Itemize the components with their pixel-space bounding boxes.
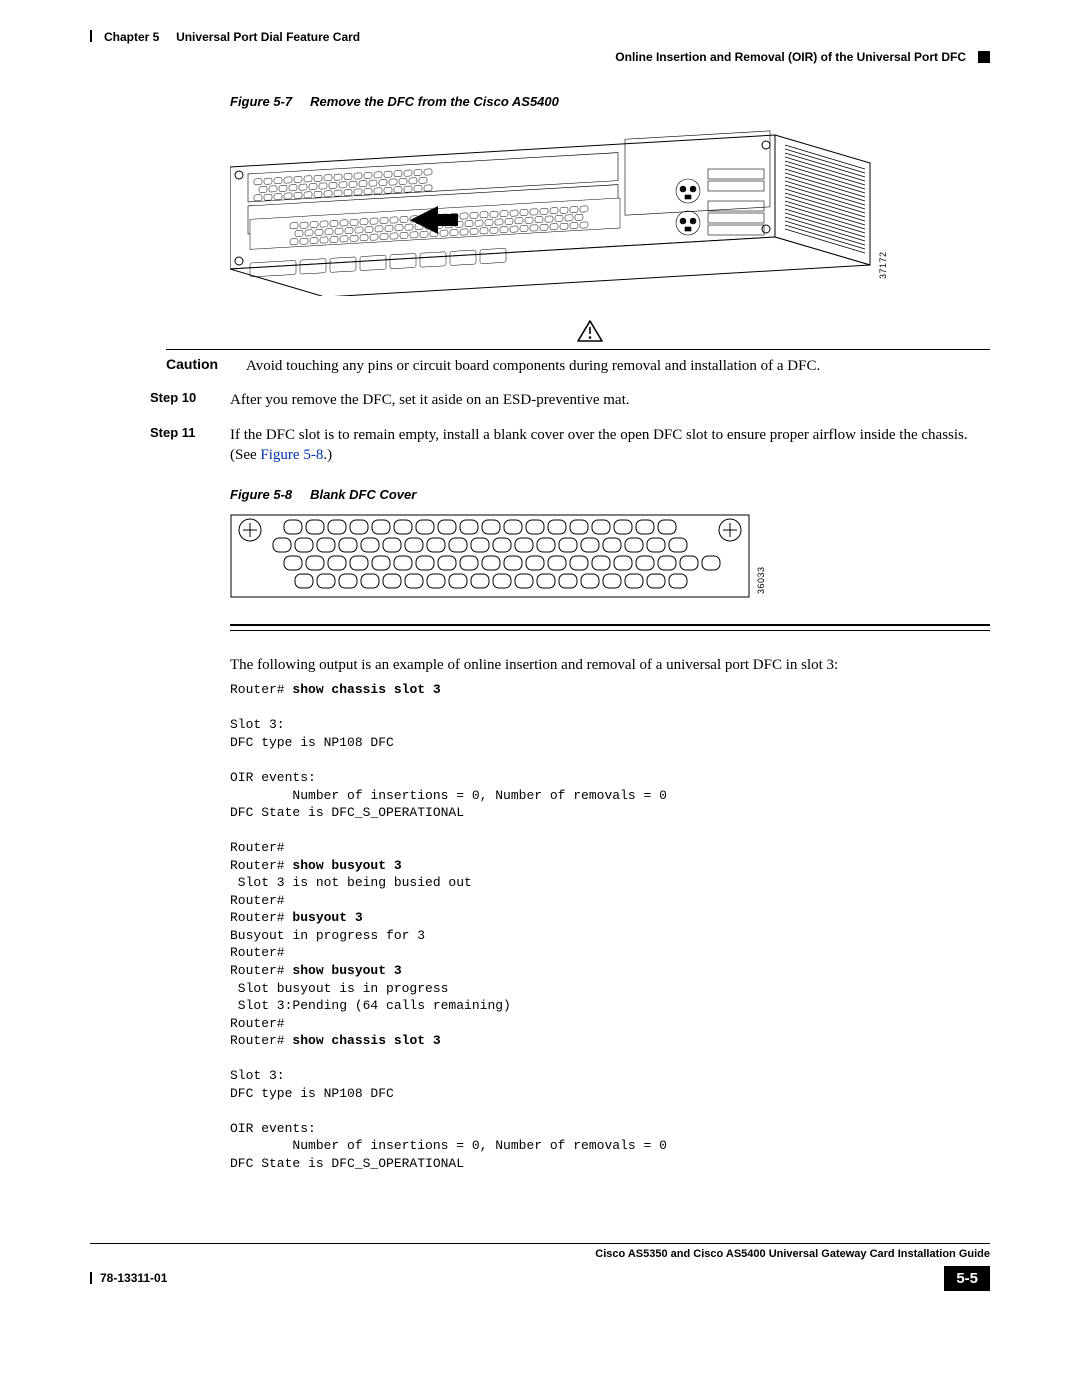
cli-c5: show chassis slot 3: [292, 1033, 440, 1048]
step-10-row: Step 10 After you remove the DFC, set it…: [150, 390, 990, 410]
cli-c1: show chassis slot 3: [292, 682, 440, 697]
footer-tick-left: [90, 1272, 92, 1284]
page-number: 5-5: [944, 1266, 990, 1291]
step-10-label: Step 10: [150, 390, 220, 410]
step-11-text-b: .): [323, 447, 332, 463]
cli-b1: Slot 3: DFC type is NP108 DFC OIR events…: [230, 717, 667, 872]
figure-5-8-link[interactable]: Figure 5-8: [260, 447, 323, 463]
cli-c3: busyout 3: [292, 910, 362, 925]
figure-7-caption: Figure 5-7 Remove the DFC from the Cisco …: [230, 94, 990, 109]
figure-8-image: 36033: [230, 514, 990, 600]
cli-c2: show busyout 3: [292, 858, 401, 873]
header-square-right: [978, 51, 990, 63]
caution-block: Caution Avoid touching any pins or circu…: [166, 320, 990, 376]
header-tick-left: [90, 30, 92, 42]
output-intro-text: The following output is an example of on…: [230, 655, 990, 675]
caution-text: Avoid touching any pins or circuit board…: [246, 356, 990, 376]
warning-icon: [190, 320, 990, 347]
step-11-label: Step 11: [150, 425, 220, 466]
section-divider-bottom: [230, 630, 990, 631]
figure8-label: Figure 5-8: [230, 487, 292, 502]
step-11-text: If the DFC slot is to remain empty, inst…: [230, 425, 990, 466]
caution-label: Caution: [166, 356, 236, 376]
chapter-title: Universal Port Dial Feature Card: [176, 30, 360, 44]
cli-c4: show busyout 3: [292, 963, 401, 978]
section-title: Online Insertion and Removal (OIR) of th…: [615, 50, 966, 64]
section-divider-top: [230, 624, 990, 626]
step-11-text-a: If the DFC slot is to remain empty, inst…: [230, 427, 968, 463]
figure7-title: Remove the DFC from the Cisco AS5400: [310, 94, 559, 109]
figure8-image-number: 36033: [756, 566, 766, 594]
cli-output: Router# show chassis slot 3 Slot 3: DFC …: [230, 681, 990, 1172]
step-11-row: Step 11 If the DFC slot is to remain emp…: [150, 425, 990, 466]
figure7-image-number: 37172: [878, 251, 888, 279]
page-footer: Cisco AS5350 and Cisco AS5400 Universal …: [90, 1243, 990, 1293]
footer-guide-title: Cisco AS5350 and Cisco AS5400 Universal …: [90, 1248, 990, 1260]
figure-8-caption: Figure 5-8 Blank DFC Cover: [230, 487, 990, 502]
cli-p1: Router#: [230, 682, 292, 697]
cli-b5: Slot 3: DFC type is NP108 DFC OIR events…: [230, 1068, 667, 1171]
chapter-label: Chapter 5: [104, 30, 159, 44]
footer-doc-number: 78-13311-01: [100, 1271, 167, 1285]
page-header: Chapter 5 Universal Port Dial Feature Ca…: [90, 30, 990, 44]
figure7-label: Figure 5-7: [230, 94, 292, 109]
figure8-title: Blank DFC Cover: [310, 487, 416, 502]
figure-7-image: 37172: [230, 121, 990, 296]
step-10-text: After you remove the DFC, set it aside o…: [230, 390, 990, 410]
